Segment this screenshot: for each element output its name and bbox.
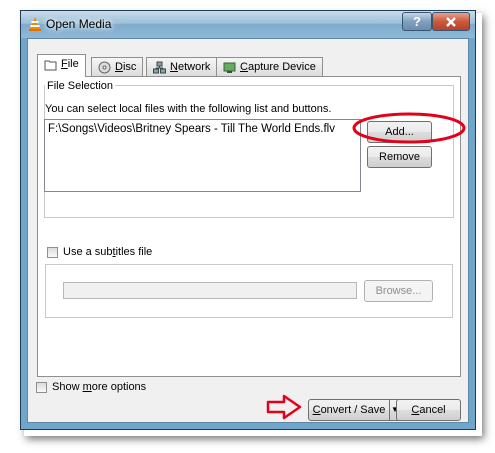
- tab-file-mnemonic: F: [61, 58, 68, 70]
- add-button-highlight-ellipse: [352, 112, 466, 144]
- tab-file[interactable]: File: [37, 54, 86, 77]
- tab-file-label: ile: [67, 58, 79, 70]
- file-icon: [44, 60, 57, 71]
- convert-save-arrow-icon: [266, 394, 302, 420]
